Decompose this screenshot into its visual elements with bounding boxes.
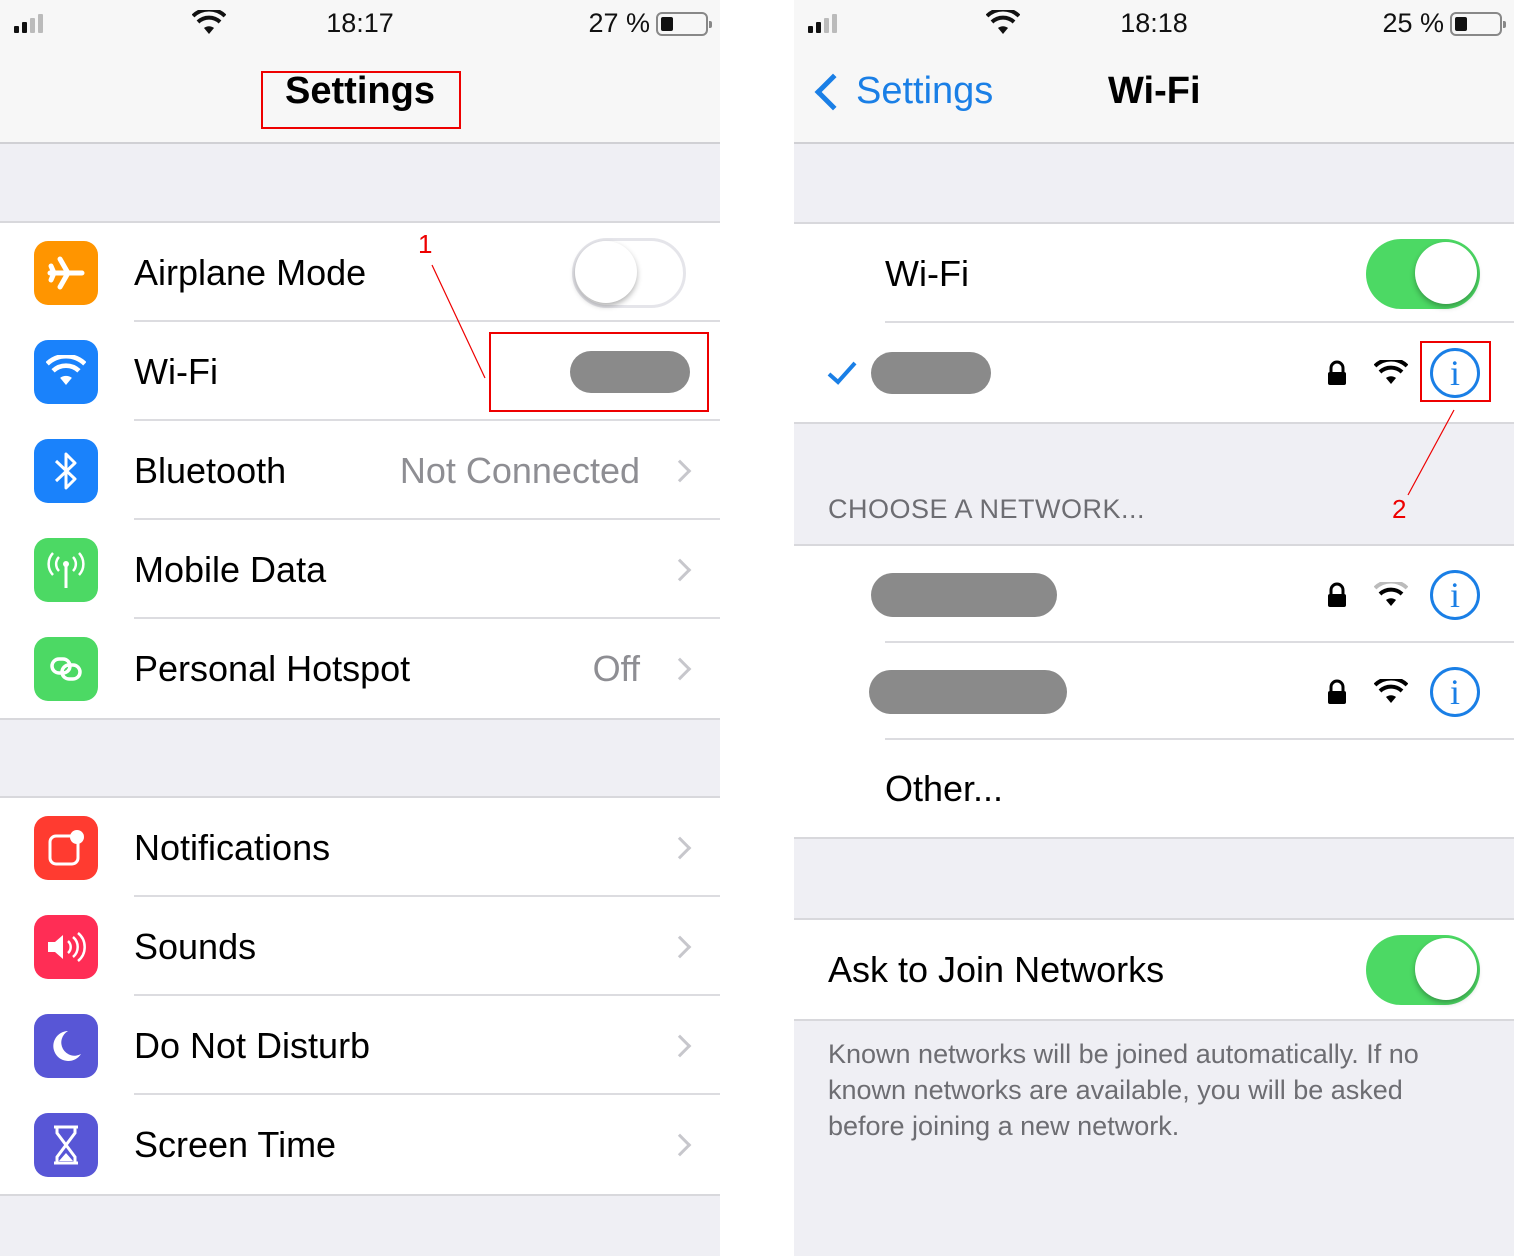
row-label: Notifications [134, 826, 331, 868]
moon-icon [34, 1013, 98, 1078]
settings-row-mobile-data[interactable]: Mobile Data [0, 520, 720, 619]
row-label: Bluetooth [134, 449, 287, 491]
ask-join-group: Ask to Join Networks [794, 918, 1514, 1021]
annotation-number-1: 1 [418, 229, 433, 259]
info-button[interactable]: i [1430, 666, 1480, 717]
chevron-right-icon [668, 1034, 692, 1057]
row-label: Personal Hotspot [134, 647, 411, 689]
ask-join-toggle[interactable] [1366, 934, 1480, 1005]
antenna-icon [34, 537, 98, 602]
row-label: Screen Time [134, 1123, 337, 1165]
lock-icon [1328, 582, 1346, 607]
row-value: Not Connected [399, 449, 640, 491]
annotation-line-2 [1407, 409, 1455, 496]
settings-row-notifications[interactable]: Notifications [0, 798, 720, 897]
annotation-line-1 [431, 264, 486, 379]
info-button[interactable]: i [1430, 569, 1480, 620]
wifi-signal-medium-icon [1374, 581, 1408, 606]
hotspot-icon [34, 636, 98, 701]
notifications-icon [34, 815, 98, 880]
row-label: Other... [885, 767, 1004, 809]
ask-join-footer: Known networks will be joined automatica… [828, 1039, 1419, 1141]
settings-row-bluetooth[interactable]: Bluetooth Not Connected [0, 421, 720, 520]
row-label: Sounds [134, 925, 257, 967]
ask-join-row: Ask to Join Networks [794, 920, 1514, 1019]
settings-row-personal-hotspot[interactable]: Personal Hotspot Off [0, 619, 720, 718]
chevron-right-icon [668, 836, 692, 859]
chevron-right-icon [668, 935, 692, 958]
chevron-right-icon [668, 657, 692, 680]
settings-row-do-not-disturb[interactable]: Do Not Disturb [0, 996, 720, 1095]
network-row[interactable]: i [794, 546, 1514, 643]
settings-screen: 18:17 27 % Settings Airplane Mode Wi-Fi … [0, 0, 720, 1256]
lock-icon [1328, 679, 1346, 704]
redacted-network-name [871, 572, 1057, 617]
bluetooth-icon [34, 438, 98, 503]
settings-group-notifications: Notifications Sounds Do Not Disturb Scre… [0, 796, 720, 1196]
chevron-right-icon [668, 459, 692, 482]
row-label: Do Not Disturb [134, 1024, 371, 1066]
settings-row-screen-time[interactable]: Screen Time [0, 1095, 720, 1194]
row-value: Off [592, 647, 640, 689]
network-list: i i Other... [794, 544, 1514, 839]
wifi-screen: 18:18 25 % Settings Wi-Fi Wi-Fi i 2 CHOO… [794, 0, 1514, 1256]
network-row[interactable]: i [794, 643, 1514, 740]
chevron-right-icon [668, 558, 692, 581]
other-network-row[interactable]: Other... [794, 740, 1514, 837]
row-label: Mobile Data [134, 548, 327, 590]
speaker-icon [34, 914, 98, 979]
chevron-right-icon [668, 1133, 692, 1156]
redacted-network-name [869, 669, 1067, 714]
hourglass-icon [34, 1112, 98, 1177]
section-header: CHOOSE A NETWORK... [828, 494, 1146, 524]
row-label: Ask to Join Networks [828, 948, 1165, 990]
annotation-number-2: 2 [1392, 494, 1407, 524]
wifi-signal-full-icon [1374, 678, 1408, 703]
settings-row-sounds[interactable]: Sounds [0, 897, 720, 996]
